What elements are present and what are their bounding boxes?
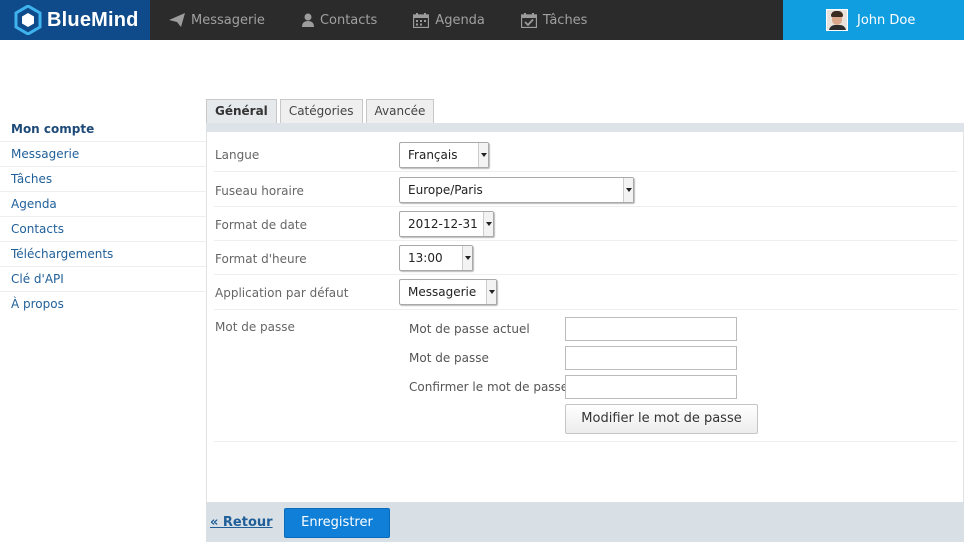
language-value: Français bbox=[408, 148, 458, 162]
sidebar-item-messagerie[interactable]: Messagerie bbox=[0, 142, 206, 167]
chevron-down-icon bbox=[478, 143, 488, 167]
sidebar-item-contacts[interactable]: Contacts bbox=[0, 217, 206, 242]
time-format-row: Format d'heure 13:00 bbox=[214, 241, 957, 275]
user-menu[interactable]: John Doe bbox=[783, 0, 964, 40]
date-format-row: Format de date 2012-12-31 bbox=[214, 207, 957, 241]
settings-tabs: Général Catégories Avancée bbox=[206, 99, 437, 123]
nav-label: Contacts bbox=[319, 12, 378, 28]
nav-taches[interactable]: Tâches bbox=[485, 0, 588, 40]
time-format-label: Format d'heure bbox=[215, 252, 307, 266]
sidebar-item-a-propos[interactable]: À propos bbox=[0, 292, 206, 317]
date-format-value: 2012-12-31 bbox=[408, 217, 478, 231]
current-password-field[interactable] bbox=[565, 317, 737, 341]
user-name: John Doe bbox=[857, 12, 916, 28]
tab-avancee[interactable]: Avancée bbox=[365, 99, 435, 123]
language-select[interactable]: Français bbox=[399, 142, 489, 168]
confirm-password-label: Confirmer le mot de passe bbox=[409, 380, 569, 394]
tab-categories[interactable]: Catégories bbox=[279, 99, 363, 123]
language-label: Langue bbox=[215, 148, 260, 162]
date-format-select[interactable]: 2012-12-31 bbox=[399, 211, 494, 237]
timezone-select[interactable]: Europe/Paris bbox=[399, 177, 634, 203]
default-app-select[interactable]: Messagerie bbox=[399, 279, 497, 305]
chevron-down-icon bbox=[462, 246, 472, 270]
sidebar-item-taches[interactable]: Tâches bbox=[0, 167, 206, 192]
general-settings-panel: Langue Français Fuseau horaire Europe/Pa… bbox=[206, 132, 964, 502]
person-icon bbox=[301, 13, 314, 27]
sidebar-item-agenda[interactable]: Agenda bbox=[0, 192, 206, 217]
sidebar-item-telechargements[interactable]: Téléchargements bbox=[0, 242, 206, 267]
checklist-icon bbox=[520, 12, 537, 28]
tab-general[interactable]: Général bbox=[206, 99, 277, 123]
default-app-label: Application par défaut bbox=[215, 286, 349, 300]
sidebar-item-cle-api[interactable]: Clé d'API bbox=[0, 267, 206, 292]
sidebar-item-mon-compte[interactable]: Mon compte bbox=[0, 117, 206, 142]
confirm-password-field[interactable] bbox=[565, 375, 737, 399]
main-nav: Messagerie Contacts Agenda Tâches bbox=[150, 0, 587, 40]
avatar bbox=[826, 9, 848, 31]
app-name: BlueMind bbox=[47, 8, 139, 31]
date-format-label: Format de date bbox=[215, 218, 307, 232]
current-password-label: Mot de passe actuel bbox=[409, 322, 530, 336]
nav-label: Tâches bbox=[542, 12, 588, 28]
chevron-down-icon bbox=[623, 178, 633, 202]
nav-label: Agenda bbox=[435, 12, 485, 28]
language-row: Langue Français bbox=[214, 138, 957, 172]
password-row: Mot de passe Mot de passe actuel Mot de … bbox=[214, 310, 957, 442]
new-password-field[interactable] bbox=[565, 346, 737, 370]
form-footer: « Retour Enregistrer bbox=[206, 502, 964, 542]
chevron-down-icon bbox=[486, 280, 496, 304]
calendar-icon bbox=[413, 12, 430, 28]
default-app-row: Application par défaut Messagerie bbox=[214, 275, 957, 310]
app-logo[interactable]: BlueMind bbox=[0, 0, 150, 40]
top-bar: BlueMind Messagerie Contacts Agenda Tâch… bbox=[0, 0, 964, 40]
timezone-row: Fuseau horaire Europe/Paris bbox=[214, 172, 957, 207]
back-link[interactable]: « Retour bbox=[210, 515, 273, 530]
change-password-button[interactable]: Modifier le mot de passe bbox=[565, 404, 758, 434]
new-password-label: Mot de passe bbox=[409, 351, 489, 365]
time-format-select[interactable]: 13:00 bbox=[399, 245, 473, 271]
nav-messagerie[interactable]: Messagerie bbox=[150, 0, 265, 40]
tab-underline-bar bbox=[206, 123, 964, 132]
nav-contacts[interactable]: Contacts bbox=[265, 0, 377, 40]
nav-label: Messagerie bbox=[191, 12, 265, 28]
timezone-value: Europe/Paris bbox=[408, 183, 483, 197]
default-app-value: Messagerie bbox=[408, 285, 477, 299]
password-section-label: Mot de passe bbox=[215, 320, 295, 334]
paper-plane-icon bbox=[169, 13, 185, 27]
time-format-value: 13:00 bbox=[408, 251, 443, 265]
bluemind-logo-icon bbox=[14, 5, 42, 35]
nav-agenda[interactable]: Agenda bbox=[377, 0, 485, 40]
save-button[interactable]: Enregistrer bbox=[284, 508, 390, 538]
timezone-label: Fuseau horaire bbox=[215, 184, 304, 198]
settings-sidebar: Mon compte Messagerie Tâches Agenda Cont… bbox=[0, 117, 206, 317]
chevron-down-icon bbox=[483, 212, 493, 236]
